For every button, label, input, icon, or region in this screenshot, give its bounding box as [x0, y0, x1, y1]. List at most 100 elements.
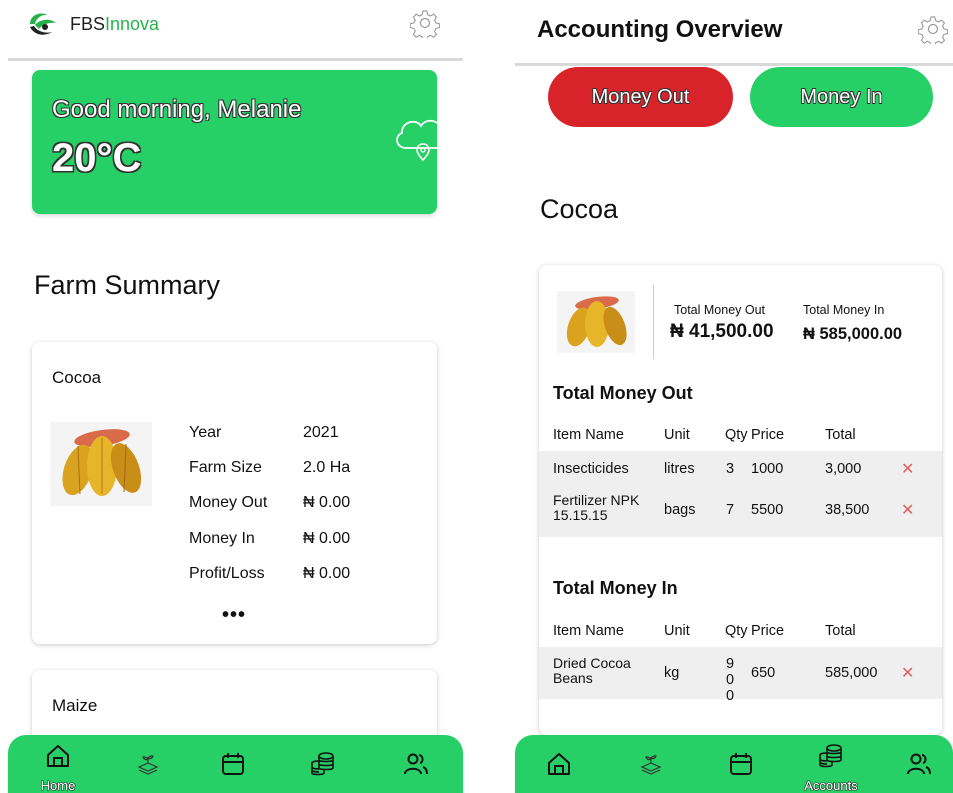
seedling-icon	[640, 755, 662, 775]
cell-total: 3,000	[825, 461, 862, 477]
settings-gear-icon[interactable]	[410, 8, 440, 38]
money-in-table: Item Name Unit Qty Price Total Dried Coc…	[539, 621, 942, 704]
money-in-button[interactable]: Money In	[750, 67, 933, 127]
col-item-name: Item Name	[553, 623, 624, 639]
cloud-location-icon	[396, 119, 450, 162]
money-out-table: Item Name Unit Qty Price Total Insectici…	[539, 425, 942, 537]
settings-gear-icon[interactable]	[918, 14, 948, 44]
cocoa-pod-image	[557, 291, 635, 353]
farm-home-screen: FBSInnova Good morning, Melanie 20°C Far…	[0, 0, 470, 793]
calendar-icon	[222, 753, 244, 775]
bottom-navigation: Accounts	[515, 735, 953, 793]
nav-accounts[interactable]	[293, 735, 353, 793]
coins-icon	[819, 744, 842, 768]
detail-label: Money In	[189, 530, 255, 547]
crop-name: Maize	[52, 696, 98, 715]
nav-users[interactable]	[386, 735, 446, 793]
col-item-name: Item Name	[553, 427, 624, 443]
nav-calendar[interactable]	[203, 735, 263, 793]
cocoa-pod-image	[50, 422, 152, 506]
cell-price: 1000	[751, 461, 784, 477]
detail-value: ₦ 0.00	[303, 494, 351, 511]
table-header: Item Name Unit Qty Price Total	[539, 425, 942, 451]
cell-unit: litres	[664, 461, 695, 477]
header-divider	[515, 63, 953, 66]
cell-qty: 3	[726, 461, 735, 477]
accounting-card: Total Money Out ₦ 41,500.00 Total Money …	[539, 265, 942, 735]
nav-users[interactable]	[889, 735, 949, 793]
col-unit: Unit	[664, 623, 690, 639]
col-total: Total	[825, 427, 856, 443]
nav-home[interactable]: Home	[28, 735, 88, 793]
detail-label: Money Out	[189, 494, 268, 511]
cell-item: Fertilizer NPK 15.15.15	[553, 492, 640, 523]
coins-icon	[311, 752, 334, 776]
delete-icon[interactable]: ✕	[901, 663, 914, 683]
total-money-in-label: Total Money In	[803, 303, 885, 317]
total-money-in-value: ₦ 585,000.00	[803, 325, 903, 343]
nav-accounts[interactable]: Accounts	[801, 735, 861, 793]
accounting-overview-screen: Accounting Overview Money Out Money In C…	[515, 0, 953, 793]
calendar-icon	[730, 753, 752, 775]
table-row[interactable]: Dried Cocoa Beans kg 900 650 585,000 ✕	[539, 647, 942, 704]
nav-accounts-label: Accounts	[804, 778, 858, 793]
greeting-text: Good morning, Melanie	[52, 96, 302, 123]
money-out-button[interactable]: Money Out	[548, 67, 733, 127]
nav-home[interactable]	[529, 735, 589, 793]
cell-qty: 7	[726, 502, 735, 518]
detail-label: Farm Size	[189, 459, 262, 476]
col-qty: Qty	[725, 427, 748, 443]
app-brand: FBSInnova	[70, 14, 160, 34]
temperature-text: 20°C	[52, 136, 142, 180]
delete-icon[interactable]: ✕	[901, 500, 914, 520]
col-price: Price	[751, 623, 785, 639]
page-title: Accounting Overview	[537, 16, 783, 43]
table-row[interactable]: Insecticides litres 3 1000 3,000 ✕	[539, 451, 942, 487]
cell-price: 650	[751, 665, 776, 681]
cell-unit: kg	[664, 665, 680, 681]
detail-value: 2021	[303, 424, 339, 441]
nav-calendar[interactable]	[711, 735, 771, 793]
cell-price: 5500	[751, 502, 784, 518]
cell-item: Insecticides	[553, 461, 629, 477]
cell-total: 38,500	[825, 502, 870, 518]
accounting-header: Accounting Overview	[515, 0, 953, 66]
detail-value: ₦ 0.00	[303, 565, 351, 582]
summary-divider	[653, 285, 654, 359]
detail-label: Year	[189, 424, 222, 441]
more-options-button[interactable]: •••	[222, 604, 246, 627]
nav-home-label: Home	[40, 778, 76, 793]
cell-unit: bags	[664, 502, 696, 518]
col-total: Total	[825, 623, 856, 639]
delete-icon[interactable]: ✕	[901, 459, 914, 479]
col-unit: Unit	[664, 427, 690, 443]
home-icon	[47, 745, 69, 767]
detail-value: 2.0 Ha	[303, 459, 351, 476]
users-icon	[907, 753, 931, 775]
farm-summary-title: Farm Summary	[34, 270, 221, 300]
detail-value: ₦ 0.00	[303, 530, 351, 547]
cell-qty: 900	[726, 656, 735, 704]
users-icon	[404, 753, 428, 775]
cocoa-summary-card[interactable]: Cocoa Year 2021 Farm Size 2.0 Ha Money O…	[32, 342, 437, 644]
table-header: Item Name Unit Qty Price Total	[539, 621, 942, 647]
crop-title: Cocoa	[540, 194, 619, 224]
home-icon	[548, 753, 570, 775]
header-divider	[8, 58, 463, 61]
nav-farms[interactable]	[621, 735, 681, 793]
total-money-out-label: Total Money Out	[674, 303, 766, 317]
app-header: FBSInnova	[0, 0, 470, 61]
col-qty: Qty	[725, 623, 748, 639]
col-price: Price	[751, 427, 785, 443]
weather-card: Good morning, Melanie 20°C	[32, 70, 450, 214]
cell-item: Dried Cocoa Beans	[553, 655, 631, 686]
table-row[interactable]: Fertilizer NPK 15.15.15 bags 7 5500 38,5…	[539, 487, 942, 537]
seedling-icon	[137, 755, 159, 775]
nav-farms[interactable]	[118, 735, 178, 793]
money-out-section-title: Total Money Out	[553, 383, 693, 403]
bottom-navigation: Home	[8, 735, 463, 793]
brand-logo-icon	[30, 13, 56, 35]
detail-label: Profit/Loss	[189, 565, 265, 582]
money-in-section-title: Total Money In	[553, 578, 678, 598]
crop-name: Cocoa	[52, 368, 102, 387]
